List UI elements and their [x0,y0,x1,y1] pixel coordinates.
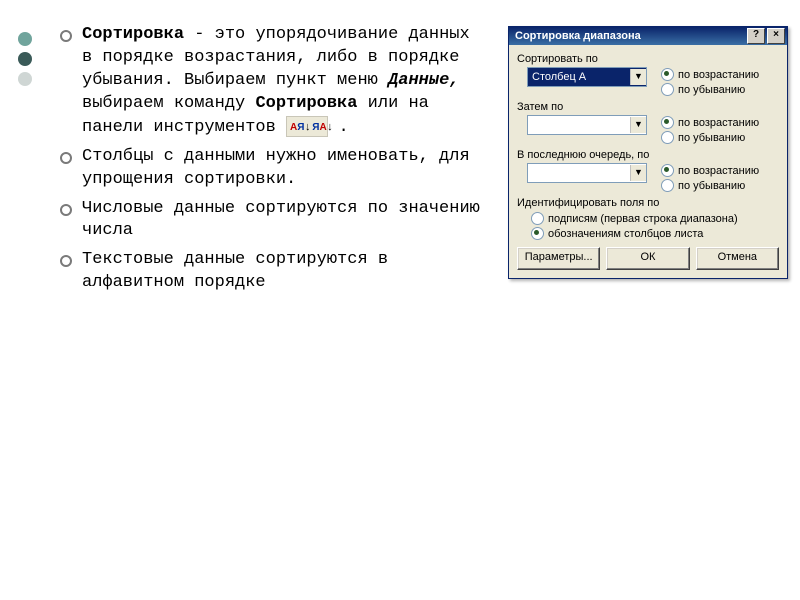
list-item: Числовые данные сортируются по значению … [60,198,480,244]
chevron-down-icon[interactable]: ▼ [630,69,646,85]
term-sort: Сортировка [82,25,184,44]
dialog-buttons: Параметры... ОК Отмена [517,247,779,270]
sortby-order: по возрастанию по убыванию [661,67,759,97]
list-item: Текстовые данные сортируются в алфавитно… [60,249,480,295]
radio-descending[interactable]: по убыванию [661,82,759,97]
group-label-sortby: Сортировать по [517,53,779,65]
group-label-thenby: Затем по [517,101,779,113]
dot-icon [18,52,32,66]
list-item: Столбцы с данными нужно именовать, для у… [60,146,480,192]
command-name: Сортировка [255,94,357,113]
close-button[interactable]: × [767,28,785,44]
radio-ident-columns[interactable]: обозначениям столбцов листа [531,226,779,241]
menu-name: Данные, [388,71,459,90]
decorative-dots [18,32,32,92]
help-button[interactable]: ? [747,28,765,44]
params-button[interactable]: Параметры... [517,247,600,270]
radio-descending[interactable]: по убыванию [661,130,759,145]
group-label-identify: Идентифицировать поля по [517,197,779,209]
radio-descending[interactable]: по убыванию [661,178,759,193]
lastby-order: по возрастанию по убыванию [661,163,759,193]
cancel-button[interactable]: Отмена [696,247,779,270]
sort-toolbar-icon: АЯ↓ ЯА↓ [286,116,328,137]
slide: Сортировка - это упорядочивание данных в… [0,0,800,600]
radio-ascending[interactable]: по возрастанию [661,115,759,130]
sort-desc-icon: ЯА↓ [312,118,324,135]
group-label-lastby: В последнюю очередь, по [517,149,779,161]
identify-group: Идентифицировать поля по подписям (перва… [517,197,779,241]
ok-button[interactable]: ОК [606,247,689,270]
sort-dialog: Сортировка диапазона ? × Сортировать по … [508,26,788,279]
radio-ascending[interactable]: по возрастанию [661,67,759,82]
list-item: Сортировка - это упорядочивание данных в… [60,24,480,140]
dialog-titlebar[interactable]: Сортировка диапазона ? × [509,27,787,45]
thenby-combo[interactable]: ▼ [527,115,647,135]
dot-icon [18,72,32,86]
chevron-down-icon[interactable]: ▼ [630,117,646,133]
chevron-down-icon[interactable]: ▼ [630,165,646,181]
thenby-order: по возрастанию по убыванию [661,115,759,145]
dialog-body: Сортировать по Столбец A ▼ по возрастани… [509,45,787,278]
lastby-combo[interactable]: ▼ [527,163,647,183]
sortby-combo[interactable]: Столбец A ▼ [527,67,647,87]
sort-asc-icon: АЯ↓ [290,118,302,135]
radio-ascending[interactable]: по возрастанию [661,163,759,178]
bullet-list: Сортировка - это упорядочивание данных в… [60,24,480,301]
dot-icon [18,32,32,46]
radio-ident-labels[interactable]: подписям (первая строка диапазона) [531,211,779,226]
dialog-title: Сортировка диапазона [515,30,745,42]
